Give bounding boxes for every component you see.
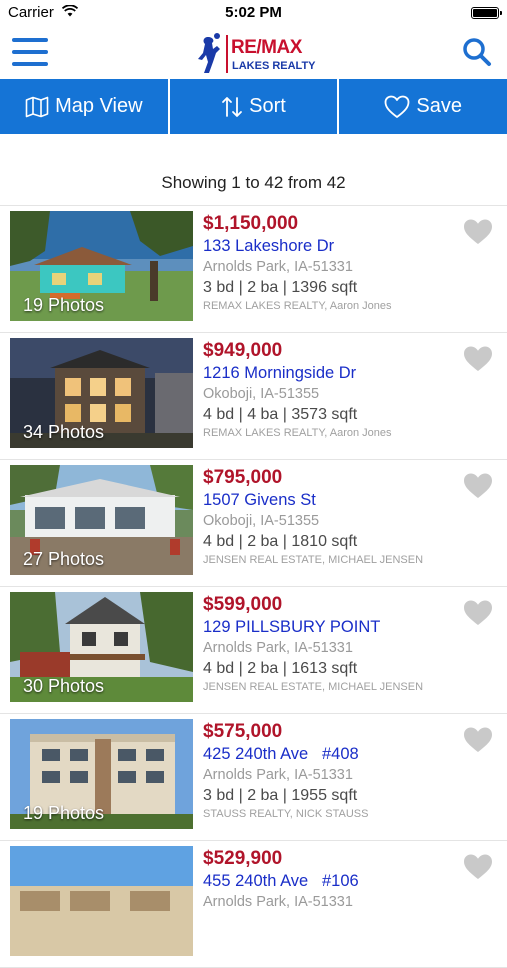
listing-row[interactable]: 19 Photos $1,150,000 133 Lakeshore Dr Ar… bbox=[0, 206, 507, 333]
listing-photo[interactable]: 27 Photos bbox=[10, 465, 193, 575]
listing-price: $1,150,000 bbox=[203, 213, 299, 234]
map-view-label: Map View bbox=[55, 95, 143, 117]
favorite-heart-icon[interactable] bbox=[463, 472, 493, 500]
clock: 5:02 PM bbox=[225, 4, 282, 21]
listing-agent: REMAX LAKES REALTY, Aaron Jones bbox=[203, 300, 392, 312]
map-view-button[interactable]: Map View bbox=[0, 79, 170, 134]
remax-logo: RE/MAX LAKES REALTY bbox=[198, 33, 316, 73]
listing-city: Arnolds Park, IA-51331 bbox=[203, 767, 353, 783]
listing-address[interactable]: 425 240th Ave #408 bbox=[203, 743, 458, 765]
listing-agent: REMAX LAKES REALTY, Aaron Jones bbox=[203, 427, 392, 439]
listing-agent: STAUSS REALTY, NICK STAUSS bbox=[203, 808, 369, 820]
save-button[interactable]: Save bbox=[339, 79, 507, 134]
favorite-heart-icon[interactable] bbox=[463, 218, 493, 246]
listing-price: $949,000 bbox=[203, 340, 283, 361]
photo-count: 27 Photos bbox=[23, 549, 105, 569]
listing-specs: 4 bd | 2 ba | 1613 sqft bbox=[203, 660, 358, 677]
status-bar: Carrier 5:02 PM bbox=[0, 0, 507, 26]
listing-price: $795,000 bbox=[203, 467, 283, 488]
svg-text:LAKES REALTY: LAKES REALTY bbox=[232, 60, 316, 72]
battery-icon bbox=[471, 7, 502, 19]
search-icon[interactable] bbox=[461, 36, 493, 68]
listing-city: Arnolds Park, IA-51331 bbox=[203, 894, 353, 910]
listing-row[interactable]: 34 Photos $949,000 1216 Morningside Dr O… bbox=[0, 333, 507, 460]
listing-row[interactable]: 19 Photos $575,000 425 240th Ave #408 Ar… bbox=[0, 714, 507, 841]
map-icon bbox=[25, 96, 49, 117]
photo-count: 30 Photos bbox=[23, 676, 105, 696]
listing-list: 19 Photos $1,150,000 133 Lakeshore Dr Ar… bbox=[0, 206, 507, 968]
favorite-heart-icon[interactable] bbox=[463, 853, 493, 881]
listing-price: $529,900 bbox=[203, 848, 283, 869]
photo-count: 34 Photos bbox=[23, 422, 105, 442]
listing-photo[interactable]: 34 Photos bbox=[10, 338, 193, 448]
save-label: Save bbox=[416, 95, 462, 117]
listing-address[interactable]: 1216 Morningside Dr bbox=[203, 362, 458, 384]
listing-agent: JENSEN REAL ESTATE, MICHAEL JENSEN bbox=[203, 554, 424, 566]
listing-info: $575,000 425 240th Ave #408 Arnolds Park… bbox=[203, 721, 458, 822]
listing-address[interactable]: 1507 Givens St bbox=[203, 489, 458, 511]
listing-info: $529,900 455 240th Ave #106 Arnolds Park… bbox=[203, 848, 458, 912]
listing-city: Arnolds Park, IA-51331 bbox=[203, 640, 353, 656]
menu-icon[interactable] bbox=[12, 38, 48, 68]
listing-address[interactable]: 133 Lakeshore Dr bbox=[203, 235, 458, 257]
listing-toolbar: Map View Sort Save bbox=[0, 79, 507, 134]
favorite-heart-icon[interactable] bbox=[463, 345, 493, 373]
results-summary: Showing 1 to 42 from 42 bbox=[161, 173, 346, 192]
favorite-heart-icon[interactable] bbox=[463, 726, 493, 754]
listing-specs: 3 bd | 2 ba | 1396 sqft bbox=[203, 279, 358, 296]
svg-text:RE/MAX: RE/MAX bbox=[231, 37, 303, 58]
photo-count: 19 Photos bbox=[23, 803, 105, 823]
listing-specs: 4 bd | 4 ba | 3573 sqft bbox=[203, 406, 358, 423]
listing-city: Okoboji, IA-51355 bbox=[203, 386, 320, 402]
listing-row[interactable]: $529,900 455 240th Ave #106 Arnolds Park… bbox=[0, 841, 507, 968]
listing-address[interactable]: 455 240th Ave #106 bbox=[203, 870, 458, 892]
photo-count: 19 Photos bbox=[23, 295, 105, 315]
nav-bar: RE/MAX LAKES REALTY bbox=[0, 26, 507, 79]
listing-address[interactable]: 129 PILLSBURY POINT bbox=[203, 616, 458, 638]
listing-info: $599,000 129 PILLSBURY POINT Arnolds Par… bbox=[203, 594, 458, 695]
listing-price: $599,000 bbox=[203, 594, 283, 615]
heart-outline-icon bbox=[384, 95, 410, 118]
sort-button[interactable]: Sort bbox=[170, 79, 340, 134]
listing-agent: JENSEN REAL ESTATE, MICHAEL JENSEN bbox=[203, 681, 424, 693]
listing-row[interactable]: 30 Photos $599,000 129 PILLSBURY POINT A… bbox=[0, 587, 507, 714]
listing-city: Arnolds Park, IA-51331 bbox=[203, 259, 353, 275]
listing-photo[interactable]: 30 Photos bbox=[10, 592, 193, 702]
listing-city: Okoboji, IA-51355 bbox=[203, 513, 320, 529]
listing-specs: 3 bd | 2 ba | 1955 sqft bbox=[203, 787, 358, 804]
listing-info: $949,000 1216 Morningside Dr Okoboji, IA… bbox=[203, 340, 458, 441]
sort-icon bbox=[222, 96, 243, 117]
listing-photo[interactable] bbox=[10, 846, 193, 956]
listing-row[interactable]: 27 Photos $795,000 1507 Givens St Okoboj… bbox=[0, 460, 507, 587]
listing-price: $575,000 bbox=[203, 721, 283, 742]
listing-specs: 4 bd | 2 ba | 1810 sqft bbox=[203, 533, 358, 550]
favorite-heart-icon[interactable] bbox=[463, 599, 493, 627]
listing-photo[interactable]: 19 Photos bbox=[10, 211, 193, 321]
listing-info: $795,000 1507 Givens St Okoboji, IA-5135… bbox=[203, 467, 458, 568]
sort-label: Sort bbox=[249, 95, 286, 117]
listing-photo[interactable]: 19 Photos bbox=[10, 719, 193, 829]
listing-info: $1,150,000 133 Lakeshore Dr Arnolds Park… bbox=[203, 213, 458, 314]
